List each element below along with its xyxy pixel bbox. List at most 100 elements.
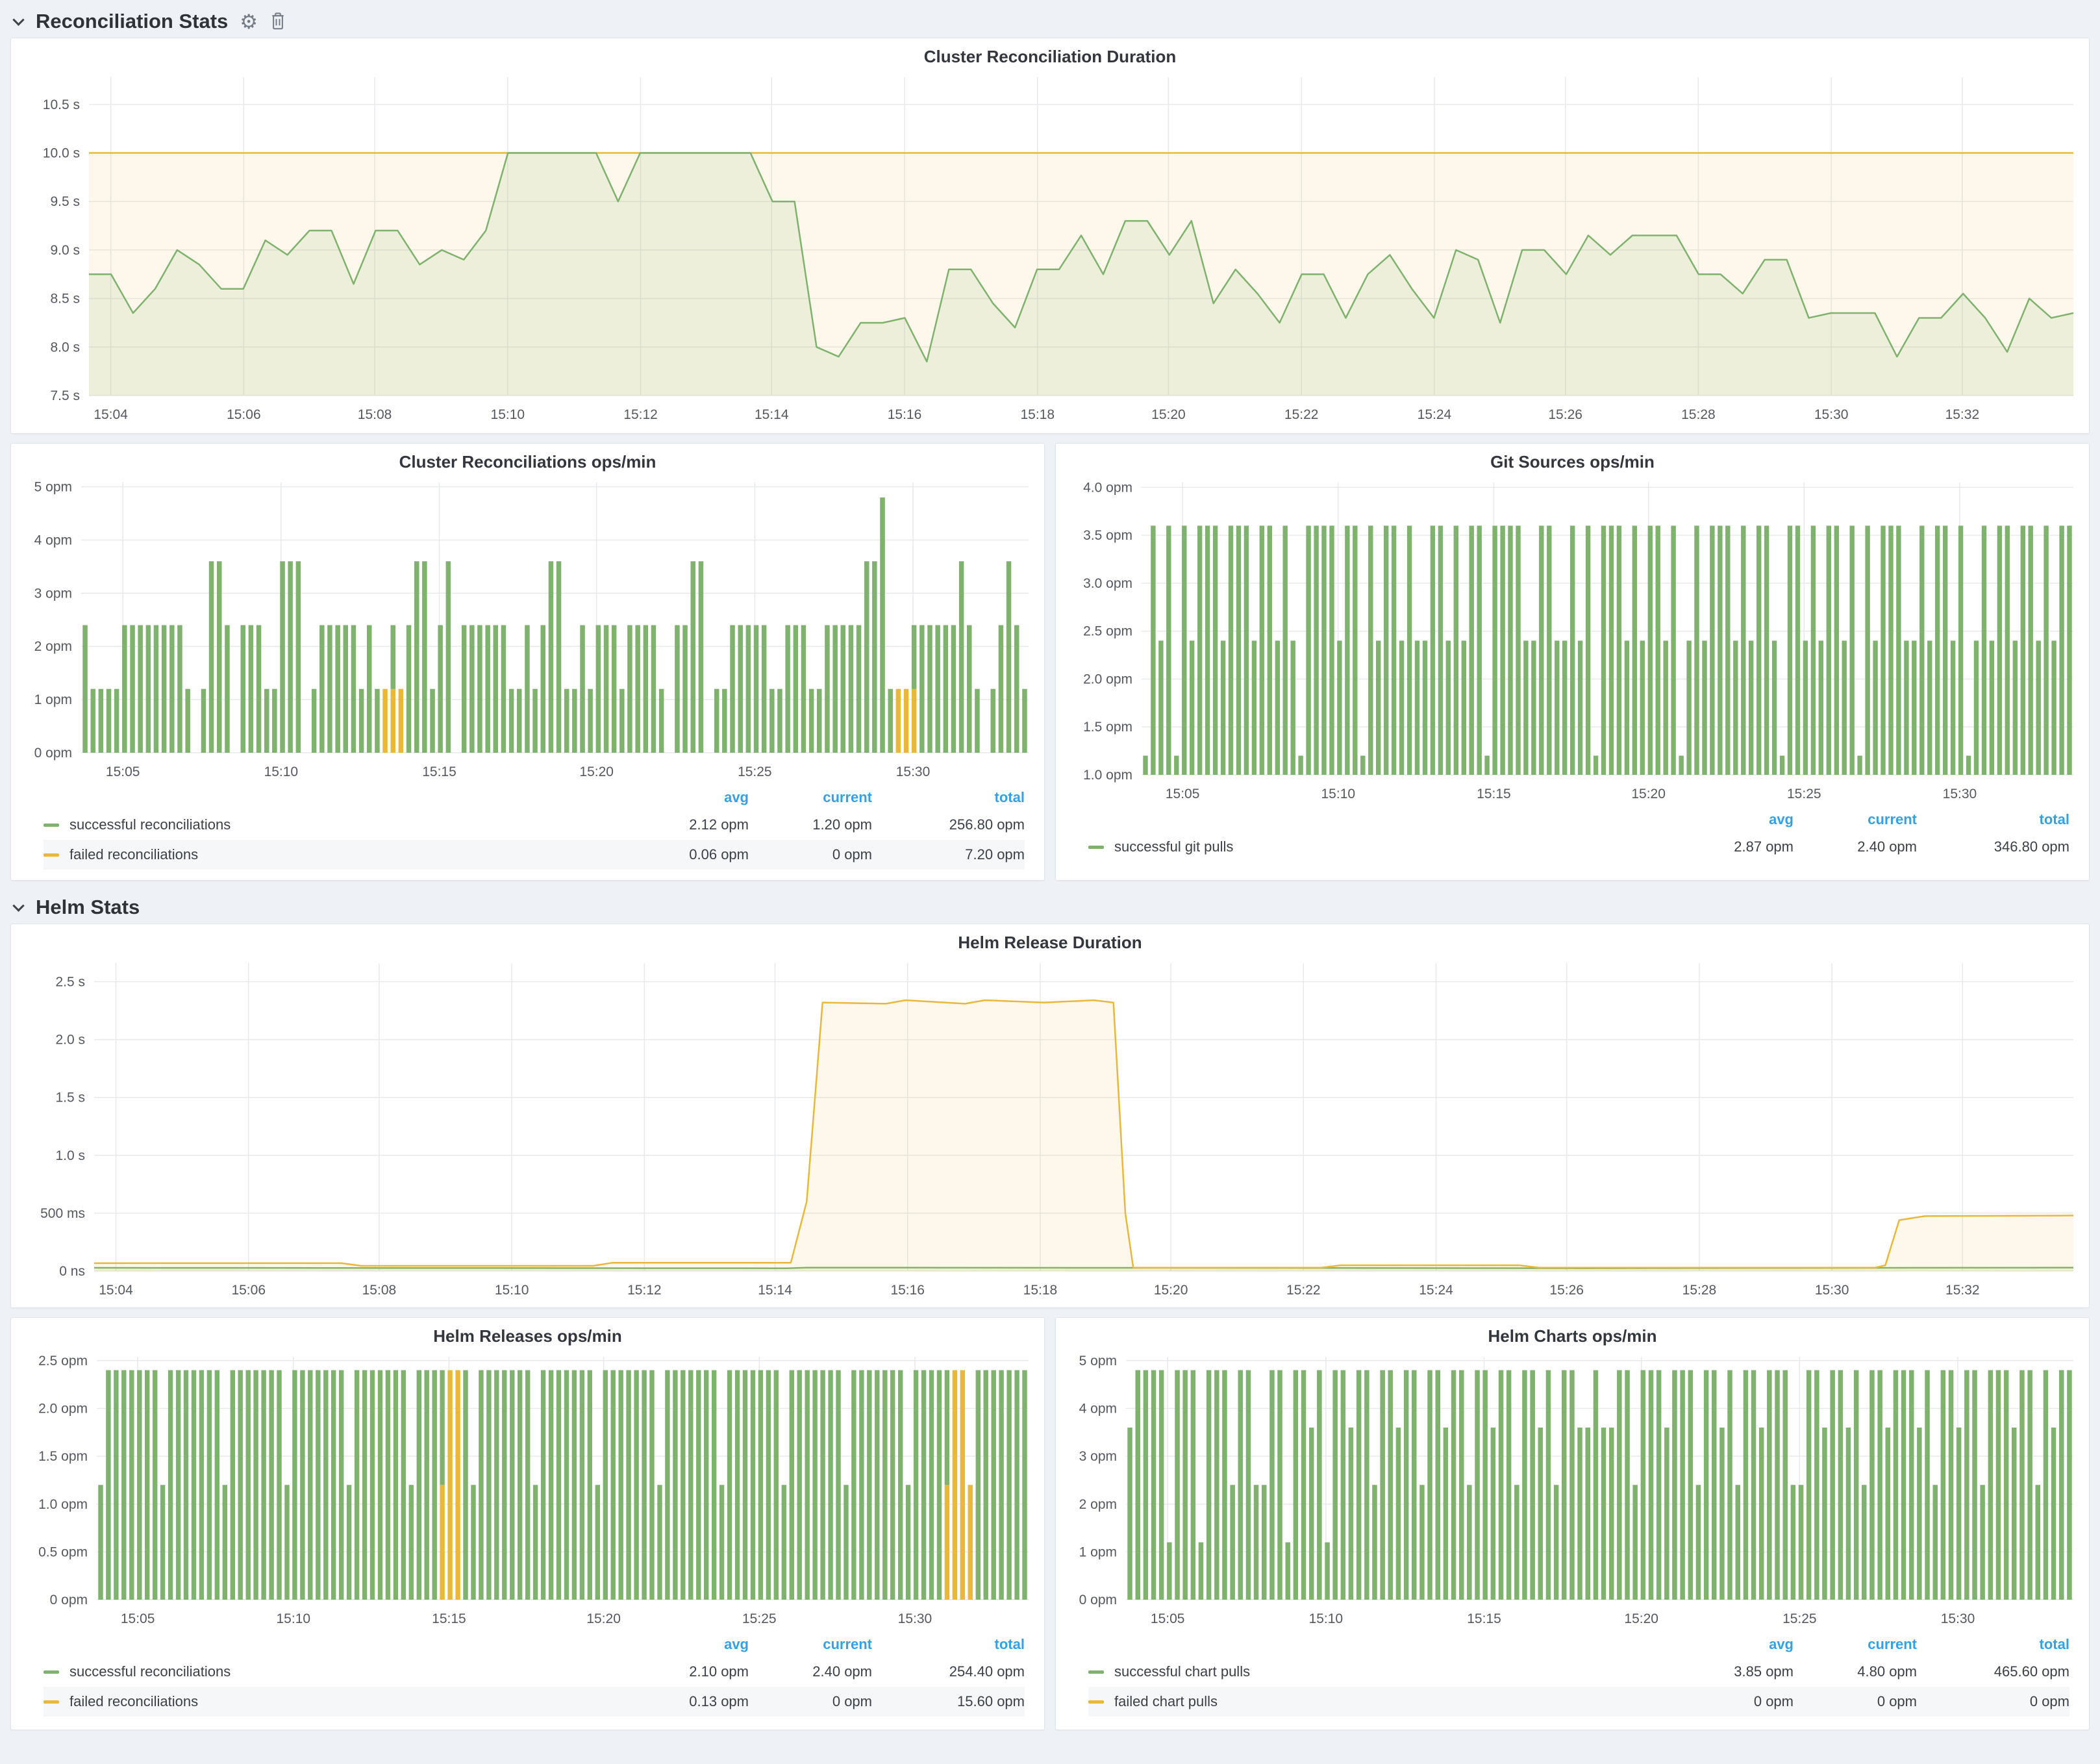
series-current: 2.40 opm bbox=[1794, 838, 1917, 855]
panel-title: Git Sources ops/min bbox=[1061, 449, 2084, 475]
series-name[interactable]: failed reconciliations bbox=[69, 846, 638, 863]
legend-row[interactable]: failed reconciliations 0.13 opm 0 opm 15… bbox=[44, 1687, 1025, 1717]
legend-row[interactable]: successful reconciliations 2.12 opm 1.20… bbox=[44, 810, 1025, 840]
svg-text:15:25: 15:25 bbox=[738, 764, 772, 779]
svg-text:15:10: 15:10 bbox=[491, 407, 525, 422]
panel-title: Cluster Reconciliations ops/min bbox=[16, 449, 1039, 475]
svg-text:1.0 s: 1.0 s bbox=[55, 1148, 85, 1163]
legend-row[interactable]: failed reconciliations 0.06 opm 0 opm 7.… bbox=[44, 840, 1025, 870]
svg-text:15:05: 15:05 bbox=[121, 1611, 155, 1626]
legend-row[interactable]: successful chart pulls 3.85 opm 4.80 opm… bbox=[1088, 1657, 2069, 1687]
chart-helm-release-duration[interactable]: 15:0415:0615:0815:1015:1215:1415:1615:18… bbox=[16, 955, 2084, 1304]
svg-text:8.0 s: 8.0 s bbox=[50, 340, 80, 355]
svg-text:8.5 s: 8.5 s bbox=[50, 292, 80, 307]
svg-text:15:05: 15:05 bbox=[1166, 787, 1200, 801]
legend-col-avg[interactable]: avg bbox=[638, 1636, 749, 1653]
legend-col-current[interactable]: current bbox=[749, 1636, 872, 1653]
panel-title: Cluster Reconciliation Duration bbox=[16, 44, 2084, 69]
svg-text:15:04: 15:04 bbox=[94, 407, 128, 422]
series-avg: 2.87 opm bbox=[1683, 838, 1794, 855]
series-name[interactable]: successful chart pulls bbox=[1114, 1663, 1683, 1680]
trash-icon[interactable] bbox=[269, 12, 286, 31]
svg-text:3 opm: 3 opm bbox=[34, 586, 72, 601]
legend-col-avg[interactable]: avg bbox=[1683, 1636, 1794, 1653]
legend-col-current[interactable]: current bbox=[1794, 1636, 1917, 1653]
svg-text:15:16: 15:16 bbox=[890, 1283, 925, 1298]
svg-text:4 opm: 4 opm bbox=[34, 533, 72, 548]
svg-text:15:10: 15:10 bbox=[1309, 1611, 1344, 1626]
svg-text:15:32: 15:32 bbox=[1945, 407, 1980, 422]
svg-text:15:25: 15:25 bbox=[742, 1611, 777, 1626]
svg-text:500 ms: 500 ms bbox=[40, 1206, 85, 1221]
svg-text:1 opm: 1 opm bbox=[34, 692, 72, 707]
legend: avg current total successful git pulls 2… bbox=[1061, 807, 2084, 862]
svg-text:15:10: 15:10 bbox=[264, 764, 299, 779]
chart-helm-charts-opm[interactable]: 15:0515:1015:1515:2015:2515:300 opm1 opm… bbox=[1061, 1349, 2084, 1632]
series-swatch bbox=[44, 824, 59, 827]
svg-text:15:06: 15:06 bbox=[227, 407, 261, 422]
legend-col-total[interactable]: total bbox=[1917, 1636, 2069, 1653]
legend-col-avg[interactable]: avg bbox=[1683, 811, 1794, 828]
svg-text:1.5 opm: 1.5 opm bbox=[1083, 720, 1132, 735]
svg-text:2 opm: 2 opm bbox=[34, 639, 72, 654]
series-swatch bbox=[44, 1670, 59, 1674]
legend: avg current total successful reconciliat… bbox=[16, 785, 1039, 870]
svg-text:4.0 opm: 4.0 opm bbox=[1083, 480, 1132, 495]
svg-text:15:24: 15:24 bbox=[1419, 1283, 1453, 1298]
svg-text:9.5 s: 9.5 s bbox=[50, 194, 80, 209]
chart-helm-releases-opm[interactable]: 15:0515:1015:1515:2015:2515:300 opm0.5 o… bbox=[16, 1349, 1039, 1632]
chart-cluster-reconciliations-opm[interactable]: 15:0515:1015:1515:2015:2515:300 opm1 opm… bbox=[16, 475, 1039, 785]
series-name[interactable]: failed chart pulls bbox=[1114, 1693, 1683, 1710]
series-name[interactable]: failed reconciliations bbox=[69, 1693, 638, 1710]
panel-helm-releases-opm: Helm Releases ops/min 15:0515:1015:1515:… bbox=[10, 1317, 1045, 1730]
series-current: 0 opm bbox=[749, 1693, 872, 1710]
svg-text:10.0 s: 10.0 s bbox=[43, 146, 80, 161]
legend-col-total[interactable]: total bbox=[872, 1636, 1025, 1653]
chart-cluster-reconciliation-duration[interactable]: 15:0415:0615:0815:1015:1215:1415:1615:18… bbox=[16, 69, 2084, 428]
svg-text:5 opm: 5 opm bbox=[34, 480, 72, 495]
legend-col-current[interactable]: current bbox=[749, 789, 872, 806]
svg-text:15:30: 15:30 bbox=[1941, 1611, 1975, 1626]
svg-text:15:16: 15:16 bbox=[888, 407, 922, 422]
legend: avg current total successful chart pulls… bbox=[1061, 1632, 2084, 1717]
series-avg: 0.13 opm bbox=[638, 1693, 749, 1710]
series-avg: 2.10 opm bbox=[638, 1663, 749, 1680]
series-avg: 2.12 opm bbox=[638, 816, 749, 833]
legend-col-current[interactable]: current bbox=[1794, 811, 1917, 828]
svg-text:0.5 opm: 0.5 opm bbox=[38, 1544, 88, 1559]
svg-text:3.0 opm: 3.0 opm bbox=[1083, 576, 1132, 591]
svg-text:15:32: 15:32 bbox=[1945, 1283, 1980, 1298]
legend-col-total[interactable]: total bbox=[872, 789, 1025, 806]
svg-text:15:20: 15:20 bbox=[1631, 787, 1666, 801]
svg-text:15:28: 15:28 bbox=[1682, 1283, 1717, 1298]
series-total: 0 opm bbox=[1917, 1693, 2069, 1710]
svg-text:2.5 s: 2.5 s bbox=[55, 975, 85, 990]
series-swatch bbox=[44, 853, 59, 857]
svg-text:15:18: 15:18 bbox=[1020, 407, 1055, 422]
legend-col-avg[interactable]: avg bbox=[638, 789, 749, 806]
svg-text:15:14: 15:14 bbox=[755, 407, 789, 422]
svg-text:15:24: 15:24 bbox=[1418, 407, 1452, 422]
svg-text:15:20: 15:20 bbox=[1151, 407, 1186, 422]
series-name[interactable]: successful reconciliations bbox=[69, 816, 638, 833]
chart-git-sources-opm[interactable]: 15:0515:1015:1515:2015:2515:301.0 opm1.5… bbox=[1061, 475, 2084, 807]
svg-text:0 opm: 0 opm bbox=[1079, 1593, 1117, 1607]
panel-title: Helm Release Duration bbox=[16, 929, 2084, 955]
series-name[interactable]: successful git pulls bbox=[1114, 838, 1683, 855]
legend-col-total[interactable]: total bbox=[1917, 811, 2069, 828]
series-total: 7.20 opm bbox=[872, 846, 1025, 863]
svg-text:15:05: 15:05 bbox=[1151, 1611, 1185, 1626]
svg-text:15:12: 15:12 bbox=[627, 1283, 662, 1298]
svg-text:4 opm: 4 opm bbox=[1079, 1402, 1117, 1417]
section-header-reconciliation-stats[interactable]: Reconciliation Stats ⚙ bbox=[10, 5, 2090, 38]
gear-icon[interactable]: ⚙ bbox=[240, 12, 258, 32]
section-header-helm-stats[interactable]: Helm Stats bbox=[10, 891, 2090, 924]
series-total: 254.40 opm bbox=[872, 1663, 1025, 1680]
series-name[interactable]: successful reconciliations bbox=[69, 1663, 638, 1680]
legend-row[interactable]: failed chart pulls 0 opm 0 opm 0 opm bbox=[1088, 1687, 2069, 1717]
svg-text:15:28: 15:28 bbox=[1681, 407, 1716, 422]
legend-row[interactable]: successful git pulls 2.87 opm 2.40 opm 3… bbox=[1088, 832, 2069, 862]
svg-text:15:30: 15:30 bbox=[1943, 787, 1977, 801]
panel-git-sources-opm: Git Sources ops/min 15:0515:1015:1515:20… bbox=[1055, 443, 2090, 881]
legend-row[interactable]: successful reconciliations 2.10 opm 2.40… bbox=[44, 1657, 1025, 1687]
